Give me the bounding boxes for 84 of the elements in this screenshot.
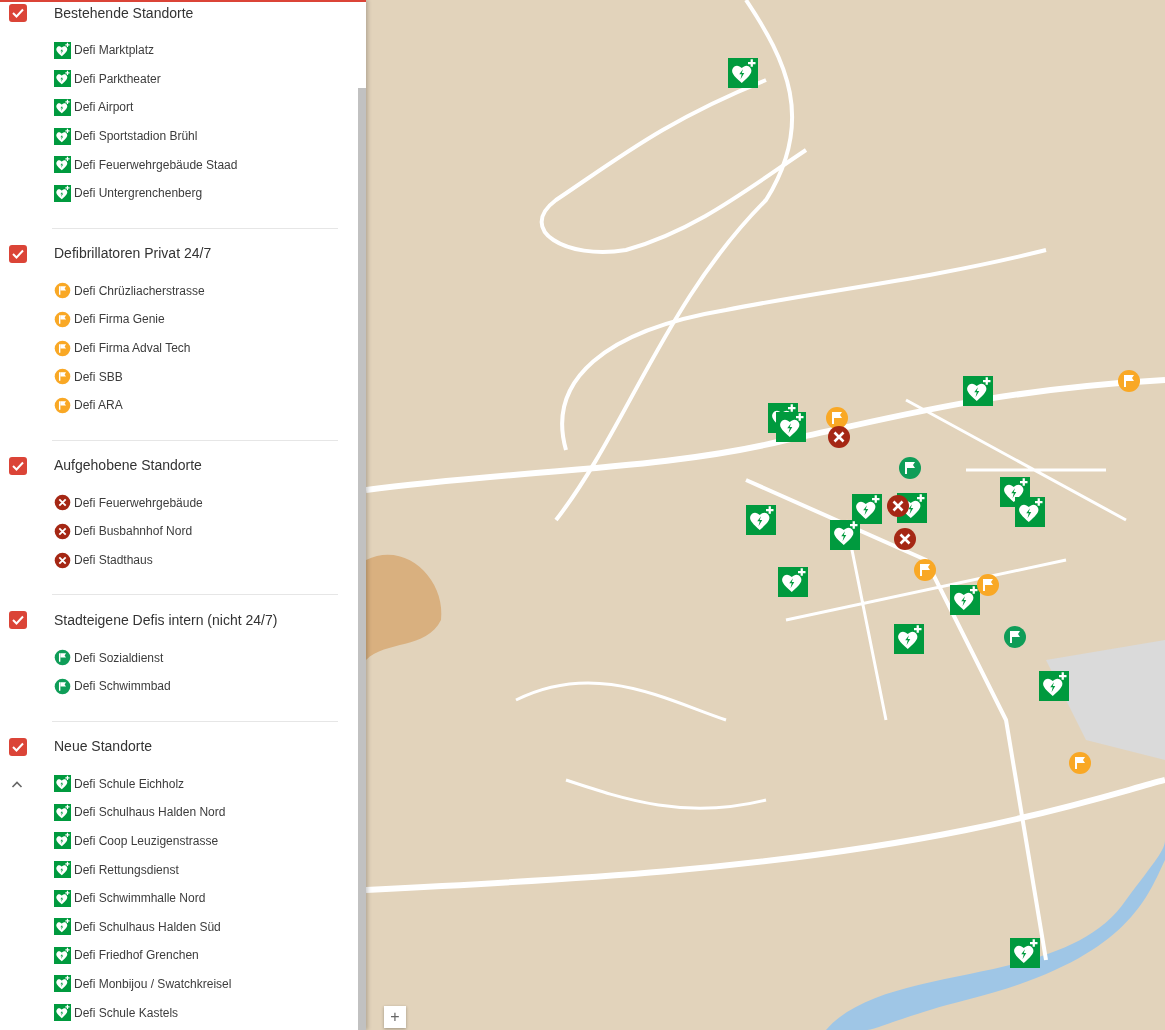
flag-marker[interactable] bbox=[1117, 369, 1141, 393]
defibrillator-icon bbox=[54, 70, 71, 88]
defibrillator-marker[interactable] bbox=[963, 376, 993, 406]
defibrillator-marker[interactable] bbox=[1010, 938, 1040, 968]
cross-marker[interactable] bbox=[893, 527, 917, 551]
flag-icon bbox=[54, 396, 71, 414]
location-item[interactable]: Defi Marktplatz bbox=[74, 41, 155, 60]
location-item[interactable]: Defi Friedhof Grenchen bbox=[74, 946, 199, 965]
defibrillator-marker[interactable] bbox=[746, 505, 776, 535]
defibrillator-icon bbox=[54, 889, 71, 907]
layer-title[interactable]: Defibrillatoren Privat 24/7 bbox=[54, 243, 212, 265]
defibrillator-icon bbox=[54, 127, 71, 145]
location-item[interactable]: Defi Schwimmhalle Nord bbox=[74, 889, 206, 908]
defibrillator-marker[interactable] bbox=[1015, 497, 1045, 527]
defibrillator-icon bbox=[54, 975, 71, 993]
layer-title[interactable]: Aufgehobene Standorte bbox=[54, 455, 202, 477]
location-item[interactable]: Defi SBB bbox=[74, 367, 123, 386]
location-item[interactable]: Defi Sozialdienst bbox=[74, 648, 164, 667]
location-item[interactable]: Defi Untergrenchenberg bbox=[74, 184, 203, 203]
layer-title[interactable]: Bestehende Standorte bbox=[54, 2, 194, 24]
defibrillator-marker[interactable] bbox=[728, 58, 758, 88]
defibrillator-icon bbox=[54, 918, 71, 936]
location-item[interactable]: Defi Chrüzliacherstrasse bbox=[74, 281, 205, 300]
defibrillator-icon bbox=[54, 156, 71, 174]
defibrillator-icon bbox=[54, 41, 71, 59]
flag-icon bbox=[54, 339, 71, 357]
location-item[interactable]: Defi Busbahnhof Nord bbox=[74, 522, 193, 541]
location-item[interactable]: Defi Schwimmbad bbox=[74, 677, 171, 696]
flag-marker[interactable] bbox=[898, 456, 922, 480]
defibrillator-marker[interactable] bbox=[776, 412, 806, 442]
location-item[interactable]: Defi Firma Genie bbox=[74, 310, 165, 329]
cross-icon bbox=[54, 551, 71, 569]
location-item[interactable]: Defi Feuerwehrgebäude bbox=[74, 493, 203, 512]
flag-icon bbox=[54, 649, 71, 667]
cross-icon bbox=[54, 522, 71, 540]
defibrillator-marker[interactable] bbox=[894, 624, 924, 654]
layer-checkbox[interactable] bbox=[9, 244, 27, 263]
defibrillator-icon bbox=[54, 861, 71, 879]
location-item[interactable]: Defi Feuerwehrgebäude Staad bbox=[74, 155, 238, 174]
defibrillator-marker[interactable] bbox=[950, 585, 980, 615]
cross-icon bbox=[54, 494, 71, 512]
defibrillator-marker[interactable] bbox=[852, 494, 882, 524]
layer-checkbox[interactable] bbox=[9, 737, 27, 756]
cross-marker[interactable] bbox=[886, 494, 910, 518]
defibrillator-icon bbox=[54, 775, 71, 793]
layer-title[interactable]: Stadteigene Defis intern (nicht 24/7) bbox=[54, 609, 278, 631]
location-item[interactable]: Defi Schulhaus Halden Süd bbox=[74, 917, 221, 936]
defibrillator-icon bbox=[54, 1004, 71, 1022]
flag-icon bbox=[54, 368, 71, 386]
layer-checkbox[interactable] bbox=[9, 4, 27, 22]
flag-icon bbox=[54, 677, 71, 695]
location-item[interactable]: Defi Coop Leuzigenstrasse bbox=[74, 832, 219, 850]
location-item[interactable]: Defi Schulhaus Halden Nord bbox=[74, 803, 226, 822]
layer-title[interactable]: Neue Standorte bbox=[54, 736, 153, 757]
cross-marker[interactable] bbox=[827, 425, 851, 449]
location-item[interactable]: Defi Sportstadion Brühl bbox=[74, 127, 198, 146]
defibrillator-marker[interactable] bbox=[778, 567, 808, 597]
flag-marker[interactable] bbox=[976, 573, 1000, 597]
zoom-in-button[interactable]: + bbox=[384, 1006, 406, 1028]
location-item[interactable]: Defi ARA bbox=[74, 396, 123, 415]
defibrillator-icon bbox=[54, 99, 71, 116]
defibrillator-marker[interactable] bbox=[1039, 671, 1069, 701]
flag-icon bbox=[54, 310, 71, 328]
location-item[interactable]: Defi Schule Kastels bbox=[74, 1003, 179, 1022]
location-item[interactable]: Defi Schule Eichholz bbox=[74, 774, 185, 793]
flag-marker[interactable] bbox=[913, 558, 937, 582]
location-item[interactable]: Defi Firma Adval Tech bbox=[74, 339, 191, 358]
defibrillator-marker[interactable] bbox=[830, 520, 860, 550]
location-item[interactable]: Defi Rettungsdienst bbox=[74, 860, 179, 879]
location-item[interactable]: Defi Stadthaus bbox=[74, 551, 153, 569]
flag-marker[interactable] bbox=[825, 406, 849, 430]
location-item[interactable]: Defi Parktheater bbox=[74, 69, 161, 88]
defibrillator-icon bbox=[54, 832, 71, 850]
scrollbar-thumb[interactable] bbox=[358, 88, 366, 1030]
flag-marker[interactable] bbox=[1068, 751, 1092, 775]
location-item[interactable]: Defi Monbijou / Swatchkreisel bbox=[74, 974, 232, 993]
layer-checkbox[interactable] bbox=[9, 456, 27, 475]
location-item[interactable]: Defi Airport bbox=[74, 98, 134, 117]
defibrillator-icon bbox=[54, 946, 71, 964]
layer-checkbox[interactable] bbox=[9, 611, 27, 630]
defibrillator-icon bbox=[54, 184, 71, 202]
defibrillator-icon bbox=[54, 803, 71, 821]
flag-icon bbox=[54, 282, 71, 300]
flag-marker[interactable] bbox=[1003, 625, 1027, 649]
